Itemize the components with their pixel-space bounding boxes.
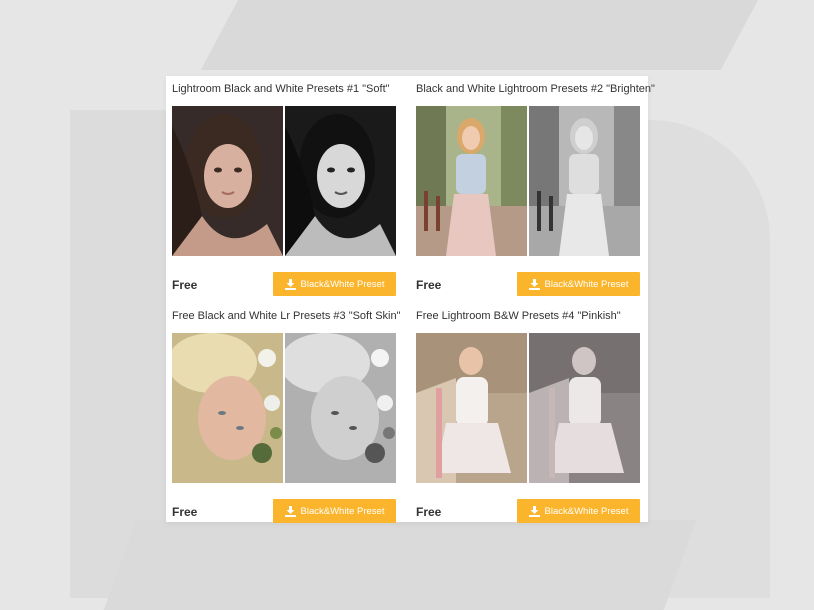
after-photo-flowers (285, 333, 396, 483)
before-photo-portrait (172, 106, 283, 256)
download-preset-button[interactable]: Black&White Preset (517, 499, 640, 523)
price-label: Free (172, 278, 198, 292)
download-preset-label: Black&White Preset (544, 278, 629, 290)
download-icon (528, 505, 540, 517)
before-photo-street (416, 106, 527, 256)
download-icon (528, 278, 540, 290)
price-label: Free (416, 278, 442, 292)
download-icon (284, 505, 296, 517)
presets-card: Lightroom Black and White Presets #1 "So… (166, 76, 655, 523)
before-photo-ballerina (416, 333, 527, 483)
background-shape (103, 520, 697, 610)
download-preset-button[interactable]: Black&White Preset (517, 272, 640, 296)
download-icon (284, 278, 296, 290)
preset-title: Free Black and White Lr Presets #3 "Soft… (172, 310, 401, 322)
download-preset-label: Black&White Preset (300, 278, 385, 290)
background-shape (200, 0, 780, 70)
before-photo-flowers (172, 333, 283, 483)
preset-title: Black and White Lightroom Presets #2 "Br… (416, 83, 655, 95)
download-preset-button[interactable]: Black&White Preset (273, 272, 396, 296)
download-preset-label: Black&White Preset (300, 505, 385, 517)
preset-title: Free Lightroom B&W Presets #4 "Pinkish" (416, 310, 621, 322)
after-photo-ballerina (529, 333, 640, 483)
preset-title: Lightroom Black and White Presets #1 "So… (172, 83, 390, 95)
after-photo-street (529, 106, 640, 256)
after-photo-portrait (285, 106, 396, 256)
download-preset-label: Black&White Preset (544, 505, 629, 517)
download-preset-button[interactable]: Black&White Preset (273, 499, 396, 523)
price-label: Free (172, 505, 198, 519)
price-label: Free (416, 505, 442, 519)
